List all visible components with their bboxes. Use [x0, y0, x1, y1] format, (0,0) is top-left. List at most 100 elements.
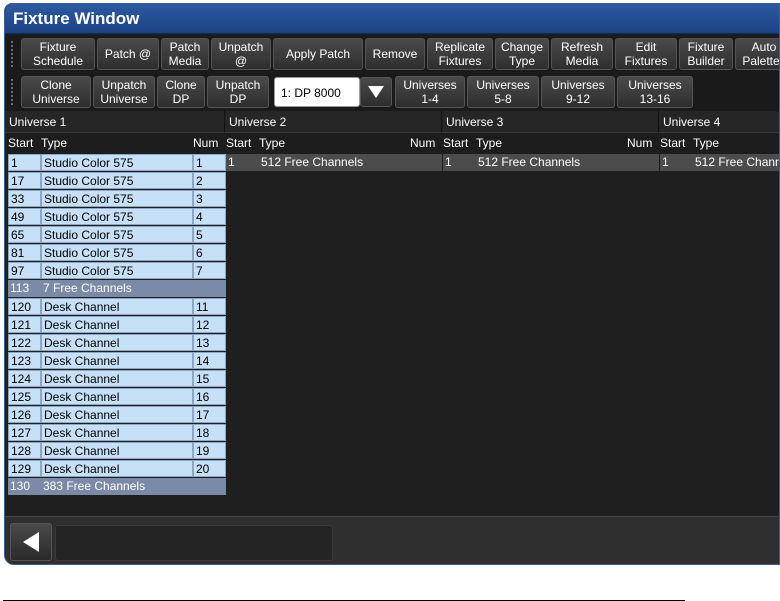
- column-header-num: Num: [193, 136, 219, 150]
- table-row[interactable]: 125 Desk Channel 16: [8, 388, 226, 406]
- universes-5-8-button[interactable]: Universes 5-8: [467, 76, 539, 108]
- column-header-num: Num: [410, 136, 436, 150]
- table-row[interactable]: 1 Studio Color 575 1: [8, 154, 226, 172]
- cell-start: 17: [8, 172, 41, 189]
- universes-9-12-button[interactable]: Universes 9-12: [541, 76, 615, 108]
- cell-start: 120: [8, 298, 41, 315]
- table-row[interactable]: 123 Desk Channel 14: [8, 352, 226, 370]
- cell-start: 125: [8, 388, 41, 405]
- column-header-num: Num: [627, 136, 653, 150]
- table-row[interactable]: 127 Desk Channel 18: [8, 424, 226, 442]
- toolbar-grip[interactable]: [10, 40, 14, 69]
- column-header-type: Type: [41, 136, 68, 150]
- table-row[interactable]: 129 Desk Channel 20: [8, 460, 226, 478]
- down-triangle-icon: [368, 86, 384, 98]
- cell-start: 127: [8, 424, 41, 441]
- cell-type: Desk Channel: [41, 352, 193, 369]
- fixture-schedule-button[interactable]: Fixture Schedule: [21, 38, 95, 70]
- cell-num: 19: [193, 442, 226, 459]
- cell-type: Desk Channel: [41, 316, 193, 333]
- table-row[interactable]: 17 Studio Color 575 2: [8, 172, 226, 190]
- table-row-free[interactable]: 130 383 Free Channels: [8, 478, 226, 496]
- cell-start: 113: [8, 280, 41, 297]
- cell-type: Studio Color 575: [41, 154, 193, 171]
- edit-fixtures-button[interactable]: Edit Fixtures: [615, 38, 677, 70]
- cell-start: 1: [660, 154, 693, 171]
- table-row[interactable]: 65 Studio Color 575 5: [8, 226, 226, 244]
- column-header-type: Type: [259, 136, 286, 150]
- cell-type: Desk Channel: [41, 406, 193, 423]
- cell-type: 512 Free Channels: [693, 154, 779, 171]
- table-row[interactable]: 49 Studio Color 575 4: [8, 208, 226, 226]
- cell-type: Studio Color 575: [41, 226, 193, 243]
- unpatch-at-button[interactable]: Unpatch @: [211, 38, 271, 70]
- cell-num: 16: [193, 388, 226, 405]
- cell-type: 512 Free Channels: [476, 154, 659, 171]
- cell-type: Desk Channel: [41, 370, 193, 387]
- table-row[interactable]: 124 Desk Channel 15: [8, 370, 226, 388]
- column-header-start: Start: [8, 136, 34, 150]
- auto-palettes-button[interactable]: Auto Palettes: [735, 38, 779, 70]
- remove-button[interactable]: Remove: [365, 38, 425, 70]
- table-row[interactable]: 122 Desk Channel 13: [8, 334, 226, 352]
- dp-dropdown-button[interactable]: [360, 77, 392, 107]
- fixture-window: Fixture Window Fixture Schedule Patch @ …: [4, 3, 780, 565]
- horizontal-scrollbar[interactable]: [55, 525, 333, 561]
- cell-start: 33: [8, 190, 41, 207]
- back-button[interactable]: [10, 523, 52, 561]
- patch-at-button[interactable]: Patch @: [97, 38, 159, 70]
- patch-media-button[interactable]: Patch Media: [161, 38, 209, 70]
- cell-type: Desk Channel: [41, 334, 193, 351]
- cell-num: 14: [193, 352, 226, 369]
- table-row[interactable]: 81 Studio Color 575 6: [8, 244, 226, 262]
- table-row[interactable]: 128 Desk Channel 19: [8, 442, 226, 460]
- cell-num: 15: [193, 370, 226, 387]
- cell-type: Studio Color 575: [41, 190, 193, 207]
- cell-start: 122: [8, 334, 41, 351]
- universe-4-rows: 1512 Free Channels: [660, 154, 779, 172]
- unpatch-dp-button[interactable]: Unpatch DP: [207, 76, 269, 108]
- column-header-start: Start: [660, 136, 686, 150]
- universe-header: Universe 2: [225, 111, 442, 133]
- apply-patch-button[interactable]: Apply Patch: [273, 38, 363, 70]
- column-header-row: Start Type Num Start Type Num Start Type…: [5, 133, 779, 154]
- universes-1-4-button[interactable]: Universes 1-4: [395, 76, 465, 108]
- cell-num: 18: [193, 424, 226, 441]
- replicate-fixtures-button[interactable]: Replicate Fixtures: [427, 38, 493, 70]
- table-row[interactable]: 120 Desk Channel 11: [8, 298, 226, 316]
- column-header-start: Start: [226, 136, 252, 150]
- column-header-start: Start: [443, 136, 469, 150]
- bottom-bar: [5, 516, 779, 564]
- change-type-button[interactable]: Change Type: [495, 38, 549, 70]
- toolbar-secondary: Clone Universe Unpatch Universe Clone DP…: [5, 73, 779, 111]
- dp-select[interactable]: 1: DP 8000: [274, 77, 360, 107]
- cell-type: Studio Color 575: [41, 262, 193, 279]
- table-row[interactable]: 126 Desk Channel 17: [8, 406, 226, 424]
- universe-3-rows: 1 512 Free Channels: [443, 154, 659, 172]
- table-row-free[interactable]: 1512 Free Channels: [443, 154, 659, 172]
- table-row-free[interactable]: 1512 Free Channels: [226, 154, 442, 172]
- cell-start: 123: [8, 352, 41, 369]
- table-row[interactable]: 97 Studio Color 575 7: [8, 262, 226, 280]
- toolbar-grip[interactable]: [10, 78, 14, 107]
- table-row-free[interactable]: 1512 Free Channels: [660, 154, 779, 172]
- unpatch-universe-button[interactable]: Unpatch Universe: [93, 76, 155, 108]
- clone-universe-button[interactable]: Clone Universe: [21, 76, 91, 108]
- refresh-media-button[interactable]: Refresh Media: [551, 38, 613, 70]
- table-row[interactable]: 121 Desk Channel 12: [8, 316, 226, 334]
- clone-dp-button[interactable]: Clone DP: [157, 76, 205, 108]
- cell-start: 1: [226, 154, 259, 171]
- fixture-builder-button[interactable]: Fixture Builder: [679, 38, 733, 70]
- cell-num: 13: [193, 334, 226, 351]
- cell-type: Desk Channel: [41, 442, 193, 459]
- universes-13-16-button[interactable]: Universes 13-16: [617, 76, 693, 108]
- universe-header: Universe 4: [659, 111, 779, 133]
- cell-num: 3: [193, 190, 226, 207]
- toolbar-primary: Fixture Schedule Patch @ Patch Media Unp…: [5, 35, 779, 73]
- universe-2-rows: 1 512 Free Channels: [226, 154, 442, 172]
- cell-num: 4: [193, 208, 226, 225]
- table-row[interactable]: 33 Studio Color 575 3: [8, 190, 226, 208]
- table-row-free[interactable]: 113 7 Free Channels: [8, 280, 226, 298]
- cell-num: 11: [193, 298, 226, 315]
- cell-start: 1: [8, 154, 41, 171]
